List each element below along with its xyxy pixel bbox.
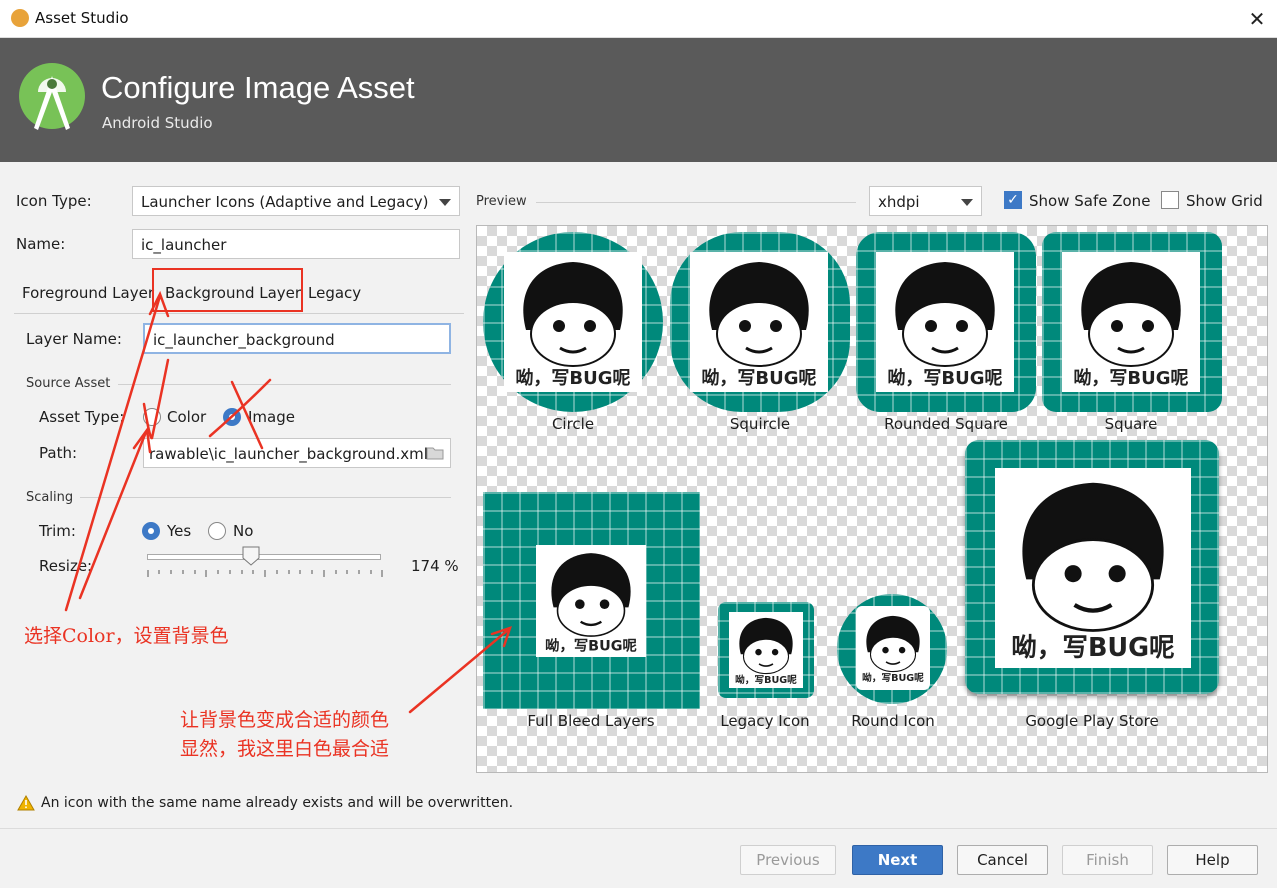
cancel-button[interactable]: Cancel xyxy=(957,845,1048,875)
previous-button[interactable]: Previous xyxy=(740,845,836,875)
annotation-note-line2: 显然，我这里白色最合适 xyxy=(180,738,390,760)
footer-divider xyxy=(0,828,1277,829)
annotation-note-line1: 让背景色变成合适的颜色 xyxy=(180,709,390,731)
warning-icon xyxy=(17,795,35,811)
annotation-note-select-color: 选择Color，设置背景色 xyxy=(24,625,229,647)
next-button[interactable]: Next xyxy=(852,845,943,875)
help-button[interactable]: Help xyxy=(1167,845,1258,875)
warning-message: An icon with the same name already exist… xyxy=(41,795,514,811)
finish-button[interactable]: Finish xyxy=(1062,845,1153,875)
